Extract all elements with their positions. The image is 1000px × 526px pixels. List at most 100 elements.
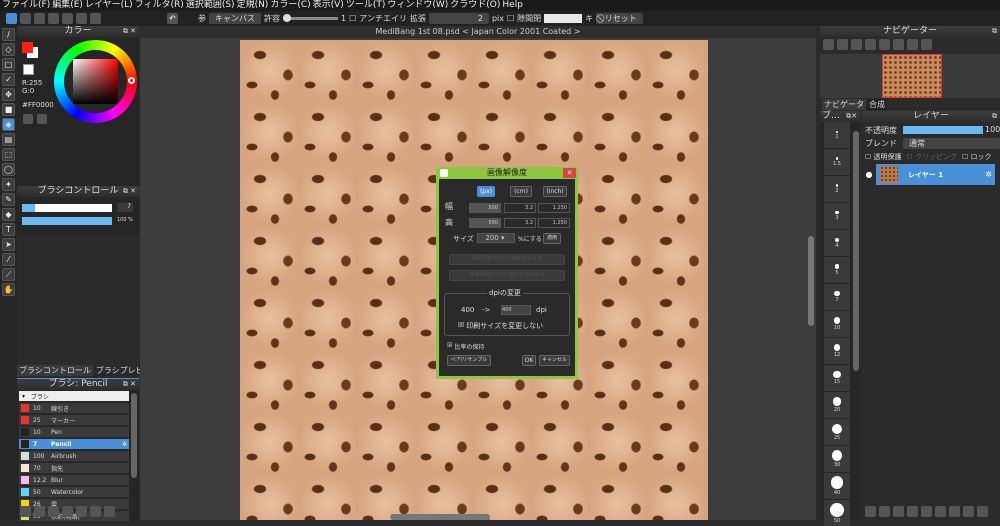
eyedropper-icon[interactable]: ⟋ [2, 268, 15, 281]
tab-composite[interactable]: 合成 [867, 99, 887, 110]
chat-icon[interactable] [34, 13, 45, 24]
brush-size-item[interactable]: 12 [824, 338, 850, 364]
layer-property-icon[interactable] [963, 506, 974, 517]
keep-print-size-checkbox[interactable]: ☒ [458, 321, 464, 331]
new-folder-icon[interactable] [893, 506, 904, 517]
brush-settings-icon[interactable]: ✲ [122, 441, 127, 448]
navigator-viewport[interactable] [882, 54, 942, 98]
tab-navigator[interactable]: ナビゲータ [822, 99, 866, 110]
cloud-icon[interactable] [6, 13, 17, 24]
gradient-tool-icon[interactable]: ▤ [2, 133, 15, 146]
menu-item[interactable]: クラウド(O) [450, 0, 500, 11]
menu-item[interactable]: フィルタ(R) [135, 0, 184, 11]
gap-checkbox[interactable]: ☐ [507, 14, 514, 23]
apply-button[interactable]: 適用 [543, 233, 561, 244]
trash-icon[interactable] [104, 506, 115, 517]
delete-layer-icon[interactable] [977, 506, 988, 517]
menu-item[interactable]: 選択範囲(S) [186, 0, 235, 11]
copy-icon[interactable] [90, 506, 101, 517]
menu-item[interactable]: カラー(C) [270, 0, 310, 11]
check-tool-icon[interactable]: ✓ [2, 73, 15, 86]
menu-item[interactable]: 定規(N) [237, 0, 269, 11]
brush-settings-icon[interactable] [62, 506, 73, 517]
brush-size-item[interactable]: 15 [824, 365, 850, 391]
brush-size-item[interactable]: 10 [824, 311, 850, 337]
menu-item[interactable]: ファイル(F) [2, 0, 50, 11]
cloud-download-icon[interactable] [20, 506, 31, 517]
layer-row[interactable]: ● レイヤー 1 ✲ [862, 164, 995, 185]
add-brush-menu-icon[interactable] [48, 506, 59, 517]
document-tab[interactable]: MediBang 1st 08.psd < Japan Color 2001 C… [140, 26, 816, 38]
zoom-actual-icon[interactable] [865, 39, 876, 50]
visibility-icon[interactable]: ● [862, 164, 876, 185]
power-icon[interactable] [20, 13, 31, 24]
menu-item[interactable]: 表示(V) [313, 0, 344, 11]
width-inch-input[interactable]: 1.250 [538, 203, 570, 213]
brush-size-item[interactable]: 1 [824, 122, 850, 148]
brush-size-value[interactable]: 7 [117, 203, 133, 212]
text-tool-icon[interactable]: T [2, 223, 15, 236]
brush-size-item[interactable]: 25 [824, 419, 850, 445]
width-cm-input[interactable]: 3.2 [504, 203, 536, 213]
folder-icon[interactable] [76, 506, 87, 517]
fit-icon[interactable] [851, 39, 862, 50]
brush-list-scrollbar[interactable] [131, 393, 137, 478]
expand-select[interactable]: 2 [428, 13, 489, 24]
panel-close-icon[interactable]: ⧉ ✕ [123, 379, 136, 390]
copy-layer-icon[interactable] [879, 506, 890, 517]
width-px-input[interactable]: 500 [469, 203, 501, 213]
hue-marker[interactable] [128, 77, 135, 84]
brush-tool-icon[interactable]: / [2, 28, 15, 41]
layer-up-icon[interactable] [935, 506, 946, 517]
new-brush-icon[interactable] [34, 506, 45, 517]
brush-size-item[interactable]: 4 [824, 230, 850, 256]
select-tool-icon[interactable]: ⬚ [2, 148, 15, 161]
antialias-checkbox[interactable]: ☐ [349, 14, 356, 23]
navigator-preview[interactable] [820, 54, 1000, 98]
merge-down-icon[interactable] [921, 506, 932, 517]
canvas-vertical-scrollbar[interactable] [808, 236, 814, 326]
brush-opacity-slider[interactable] [22, 217, 112, 225]
keep-ratio-checkbox[interactable]: ☒ [447, 342, 452, 351]
panel-close-icon[interactable]: ⧉ ✕ [123, 26, 136, 37]
unit-px-button[interactable]: (px) [477, 186, 495, 197]
gap-slider[interactable] [544, 14, 583, 23]
saturation-value-square[interactable] [73, 59, 118, 104]
color-history-icon[interactable] [37, 114, 47, 124]
monitor-icon[interactable] [48, 13, 59, 24]
operation-tool-icon[interactable]: ➤ [2, 238, 15, 251]
fit-width-guide-button[interactable]: 印刷原稿ガイドに幅を合わせる [449, 254, 565, 265]
tab-brush-control[interactable]: ブラシコントロール [17, 365, 93, 376]
brush-size-item[interactable]: 20 [824, 392, 850, 418]
brush-size-slider[interactable] [22, 204, 112, 212]
panel-close-icon[interactable]: ⧉ ✕ [123, 186, 136, 197]
lock-checkbox[interactable]: ☐ ロック [962, 152, 992, 162]
brush-item[interactable]: 50 Watercolor [19, 487, 129, 498]
palette-icon[interactable] [23, 114, 33, 124]
size-select[interactable]: 200 ▾ [477, 233, 515, 243]
brush-item[interactable]: 7 Pencil ✲ [19, 439, 129, 450]
book-icon[interactable] [76, 13, 87, 24]
brush-size-scrollbar[interactable] [853, 131, 859, 371]
reference-select[interactable]: キャンバス [209, 13, 261, 24]
brush-size-item[interactable]: 50 [824, 500, 850, 526]
cancel-button[interactable]: キャンセル [539, 355, 570, 366]
grid-icon[interactable] [90, 13, 101, 24]
dot-tool-icon[interactable]: □ [2, 58, 15, 71]
resample-button[interactable]: ペア/リサンプル [447, 355, 491, 366]
brush-item[interactable]: 12.2 Blur [19, 475, 129, 486]
brush-size-item[interactable]: 30 [824, 446, 850, 472]
rotate-left-icon[interactable] [879, 39, 890, 50]
brush-item[interactable]: 70 指先 [19, 463, 129, 474]
foreground-color[interactable] [22, 42, 33, 53]
menu-item[interactable]: ウィンドウ(W) [387, 0, 448, 11]
bucket-tool-icon[interactable]: ◈ [2, 118, 15, 131]
brush-size-item[interactable]: 5 [824, 257, 850, 283]
eraser-tool-icon[interactable]: ◇ [2, 43, 15, 56]
menu-item[interactable]: ツール(T) [346, 0, 386, 11]
magic-wand-icon[interactable]: ✦ [2, 178, 15, 191]
undo-icon[interactable]: ↶ [167, 13, 178, 24]
color-wheel[interactable] [54, 40, 137, 123]
select-pen-icon[interactable]: ✎ [2, 193, 15, 206]
fit-height-guide-button[interactable]: 印刷原稿ガイドに高さを合わせる [449, 270, 565, 281]
